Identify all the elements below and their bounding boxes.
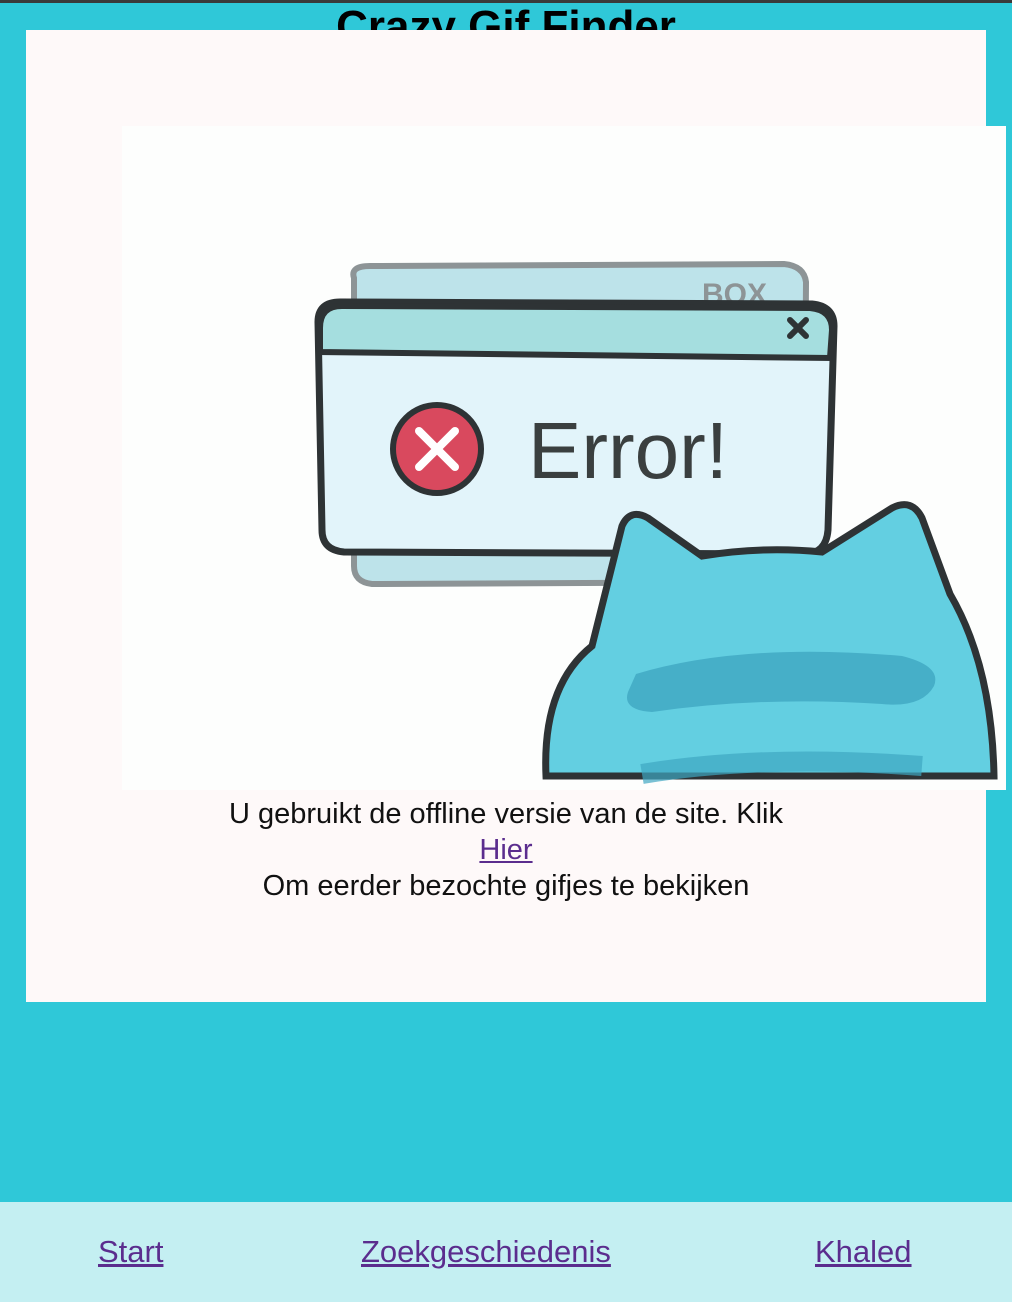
error-text: Error! (528, 406, 728, 495)
offline-message: U gebruikt de offline versie van de site… (26, 796, 986, 904)
offline-message-line2: Om eerder bezochte gifjes te bekijken (262, 870, 750, 902)
title-bar-shape (317, 302, 836, 362)
offline-modal: BOX Error! U gebruikt de offline versie … (26, 30, 1006, 1002)
offline-history-link[interactable]: Hier (479, 834, 532, 866)
nav-link-start[interactable]: Start (98, 1232, 163, 1272)
error-circle-icon (390, 402, 484, 496)
footer-nav: Start Zoekgeschiedenis Khaled (0, 1202, 1012, 1302)
error-gif: BOX Error! (122, 126, 1006, 790)
nav-link-search-history[interactable]: Zoekgeschiedenis (361, 1232, 611, 1272)
offline-message-line1: U gebruikt de offline versie van de site… (229, 798, 783, 830)
nav-link-user[interactable]: Khaled (815, 1232, 912, 1272)
